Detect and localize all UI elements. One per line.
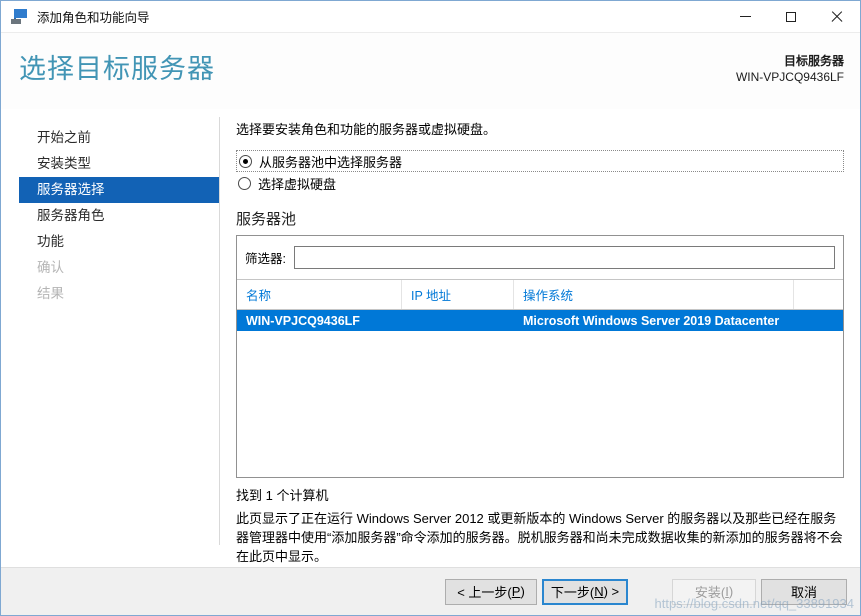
page-title: 选择目标服务器 <box>19 54 215 84</box>
cancel-button[interactable]: 取消 <box>761 578 847 605</box>
table-body: WIN-VPJCQ9436LF Microsoft Windows Server… <box>237 310 843 477</box>
page-header: 选择目标服务器 目标服务器 WIN-VPJCQ9436LF <box>1 33 860 109</box>
sidebar-item-confirmation: 确认 <box>37 260 64 275</box>
main-content: 选择要安装角色和功能的服务器或虚拟硬盘。 从服务器池中选择服务器 选择虚拟硬盘 … <box>219 109 860 567</box>
sidebar-item-before-you-begin[interactable]: 开始之前 <box>19 125 219 151</box>
close-icon <box>831 11 843 23</box>
wizard-flag-icon <box>11 8 29 25</box>
column-header-ip[interactable]: IP 地址 <box>402 280 514 309</box>
maximize-button[interactable] <box>768 1 814 32</box>
filter-row: 筛选器: <box>237 236 843 280</box>
target-server-label: 目标服务器 <box>783 54 844 68</box>
title-bar: 添加角色和功能向导 <box>1 1 860 33</box>
server-pool-panel: 筛选器: 名称 IP 地址 操作系统 WIN-VPJCQ9436LF Micro… <box>236 235 844 478</box>
filter-label: 筛选器: <box>245 252 286 266</box>
radio-select-from-pool[interactable]: 从服务器池中选择服务器 <box>236 150 844 172</box>
sidebar-item-installation-type[interactable]: 安装类型 <box>19 151 219 177</box>
column-header-os[interactable]: 操作系统 <box>514 280 794 309</box>
wizard-window: 添加角色和功能向导 选择目标服务器 目标服务器 WIN-VPJCQ9436LF … <box>0 0 861 616</box>
previous-button[interactable]: < 上一步(P) <box>445 578 537 605</box>
server-name-cell: WIN-VPJCQ9436LF <box>246 313 360 328</box>
column-header-name[interactable]: 名称 <box>237 280 402 309</box>
filter-input[interactable] <box>293 246 835 269</box>
computers-found-text: 找到 1 个计算机 <box>236 488 329 503</box>
target-server-box: 目标服务器 WIN-VPJCQ9436LF <box>736 53 844 85</box>
window-title: 添加角色和功能向导 <box>37 11 150 25</box>
radio-unselected-icon <box>238 176 251 190</box>
server-row[interactable]: WIN-VPJCQ9436LF Microsoft Windows Server… <box>237 310 843 331</box>
sidebar-item-server-roles[interactable]: 服务器角色 <box>19 203 219 229</box>
wizard-steps-sidebar: 开始之前 安装类型 服务器选择 服务器角色 功能 确认 结果 <box>1 109 219 567</box>
install-button[interactable]: 安装(I) <box>672 578 756 605</box>
radio-select-vhd-label: 选择虚拟硬盘 <box>258 176 337 192</box>
server-os-cell: Microsoft Windows Server 2019 Datacenter <box>523 313 780 328</box>
sidebar-item-features[interactable]: 功能 <box>19 229 219 255</box>
minimize-icon <box>739 16 751 17</box>
target-server-name: WIN-VPJCQ9436LF <box>735 70 844 84</box>
table-header-row: 名称 IP 地址 操作系统 <box>237 280 843 310</box>
sidebar-divider <box>219 117 220 545</box>
radio-select-from-pool-label: 从服务器池中选择服务器 <box>259 154 403 170</box>
maximize-icon <box>786 11 796 22</box>
next-button[interactable]: 下一步(N) > <box>542 578 628 605</box>
sidebar-item-results: 结果 <box>37 286 64 301</box>
footer-bar: < 上一步(P) 下一步(N) > 安装(I) 取消 https://blog.… <box>1 567 860 615</box>
radio-selected-icon <box>239 154 252 168</box>
minimize-button[interactable] <box>722 1 768 32</box>
sidebar-item-server-selection[interactable]: 服务器选择 <box>19 177 219 203</box>
server-pool-title: 服务器池 <box>236 211 297 228</box>
radio-select-vhd[interactable]: 选择虚拟硬盘 <box>236 172 844 194</box>
page-description: 此页显示了正在运行 Windows Server 2012 或更新版本的 Win… <box>236 511 843 564</box>
close-button[interactable] <box>814 1 860 32</box>
column-header-extra <box>794 280 843 309</box>
wizard-body: 开始之前 安装类型 服务器选择 服务器角色 功能 确认 结果 选择要安装角色和功… <box>1 109 860 567</box>
intro-text: 选择要安装角色和功能的服务器或虚拟硬盘。 <box>236 122 497 137</box>
